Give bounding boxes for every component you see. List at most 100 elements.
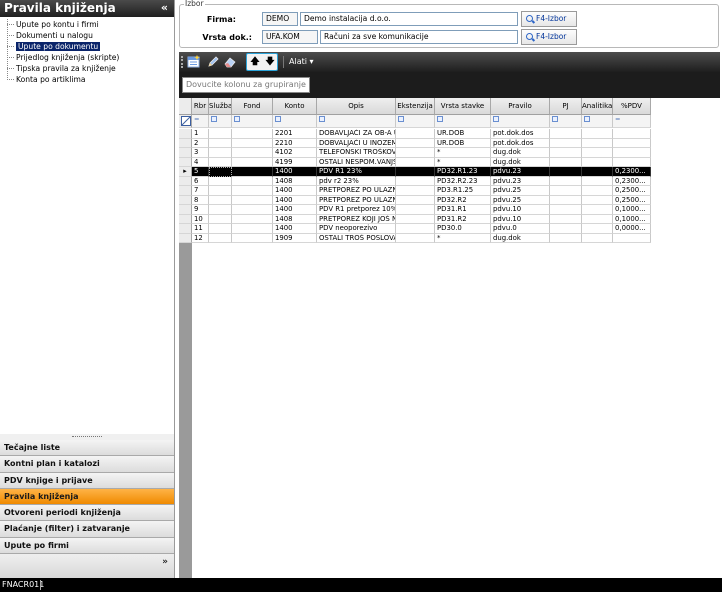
nav-item-pdv-knjige[interactable]: PDV knjige i prijave xyxy=(0,472,174,489)
cell-sluzba[interactable] xyxy=(209,214,232,224)
filter-cell-analitika[interactable]: A xyxy=(582,115,613,128)
filter-cell-konto[interactable]: A xyxy=(273,115,317,128)
cell-opis[interactable]: PRETPOREZ PO ULAZNIM... xyxy=(317,195,396,205)
table-row[interactable]: 3 4102 TELEFONSKI TROŠKOVI * dug.dok xyxy=(179,148,720,158)
row-indicator[interactable] xyxy=(179,205,192,215)
cell-vrsta-stavke[interactable]: PD31.R2 xyxy=(435,214,491,224)
cell-ekstenzija[interactable] xyxy=(396,214,435,224)
row-indicator[interactable] xyxy=(179,148,192,158)
cell-opis[interactable]: PRETPOREZ KOJI JOŠ NI... xyxy=(317,214,396,224)
filter-cell-rbr[interactable]: = xyxy=(192,115,209,128)
cell-rbr[interactable]: 3 xyxy=(192,148,209,158)
cell-rbr[interactable]: 6 xyxy=(192,176,209,186)
cell-analitika[interactable] xyxy=(582,138,613,148)
cell-sluzba[interactable] xyxy=(209,186,232,196)
alati-menu-button[interactable]: Alati ▾ xyxy=(289,52,314,72)
cell-ekstenzija[interactable] xyxy=(396,138,435,148)
column-header-ekstenzija[interactable]: Ekstenzija xyxy=(396,98,435,115)
cell-sluzba[interactable] xyxy=(209,205,232,215)
cell-konto[interactable]: 2201 xyxy=(273,129,317,139)
cell-opis[interactable]: OSTALI NESPOM.VANJSK... xyxy=(317,157,396,167)
move-down-icon[interactable]: 🡇 xyxy=(263,55,277,69)
filter-cell-fond[interactable]: A xyxy=(232,115,273,128)
cell-pdv[interactable]: 0,2500... xyxy=(613,186,651,196)
cell-opis[interactable]: TELEFONSKI TROŠKOVI xyxy=(317,148,396,158)
cell-vrsta-stavke[interactable]: PD32.R1.23 xyxy=(435,167,491,177)
firma-code-field[interactable]: DEMO xyxy=(262,12,298,26)
cell-ekstenzija[interactable] xyxy=(396,148,435,158)
collapse-panel-button[interactable]: « xyxy=(161,0,168,16)
cell-konto[interactable]: 4102 xyxy=(273,148,317,158)
cell-ekstenzija[interactable] xyxy=(396,167,435,177)
column-header-pj[interactable]: PJ xyxy=(550,98,582,115)
cell-vrsta-stavke[interactable]: UR.DOB xyxy=(435,138,491,148)
cell-analitika[interactable] xyxy=(582,148,613,158)
cell-pravilo[interactable]: pdvu.23 xyxy=(491,167,550,177)
cell-analitika[interactable] xyxy=(582,195,613,205)
cell-pdv[interactable]: 0,2500... xyxy=(613,195,651,205)
cell-pravilo[interactable]: dug.dok xyxy=(491,233,550,243)
cell-konto[interactable]: 1408 xyxy=(273,214,317,224)
column-header-opis[interactable]: Opis xyxy=(317,98,396,115)
table-row[interactable]: 1 2201DOBAVLJAČI ZA OB-A U... UR.DOBpot.do… xyxy=(179,129,720,139)
table-row[interactable]: 9 1400 PDV R1 pretporez 10% PD31.R1 pdvu.10 0… xyxy=(179,205,720,215)
cell-analitika[interactable] xyxy=(582,214,613,224)
current-row-marker-icon[interactable]: ▸ xyxy=(179,167,192,177)
edit-pencil-icon[interactable] xyxy=(206,55,220,69)
cell-sluzba[interactable] xyxy=(209,224,232,234)
cell-sluzba[interactable] xyxy=(209,167,232,177)
cell-sluzba[interactable] xyxy=(209,129,232,139)
cell-pj[interactable] xyxy=(550,186,582,196)
cell-fond[interactable] xyxy=(232,148,273,158)
firma-name-field[interactable]: Demo instalacija d.o.o. xyxy=(300,12,518,26)
filter-cell-pravilo[interactable]: A xyxy=(491,115,550,128)
filter-cell-ekstenzija[interactable]: A xyxy=(396,115,435,128)
cell-rbr[interactable]: 1 xyxy=(192,129,209,139)
column-header-fond[interactable]: Fond xyxy=(232,98,273,115)
nav-item-pravila-knjizenja[interactable]: Pravila knjiženja xyxy=(0,488,174,506)
row-indicator[interactable] xyxy=(179,186,192,196)
cell-sluzba[interactable] xyxy=(209,176,232,186)
tree-item-prijedlog-knjizenja[interactable]: Prijedlog knjiženja (skripte) xyxy=(0,52,174,63)
nav-item-tecajne-liste[interactable]: Tečajne liste xyxy=(0,440,174,457)
cell-rbr[interactable]: 5 xyxy=(192,167,209,177)
cell-fond[interactable] xyxy=(232,176,273,186)
cell-pravilo[interactable]: pot.dok.dos xyxy=(491,129,550,139)
column-header-pdv[interactable]: %PDV xyxy=(613,98,651,115)
row-indicator[interactable] xyxy=(179,157,192,167)
cell-pravilo[interactable]: pdvu.23 xyxy=(491,176,550,186)
filter-cell-pj[interactable]: A xyxy=(550,115,582,128)
cell-analitika[interactable] xyxy=(582,186,613,196)
cell-sluzba[interactable] xyxy=(209,157,232,167)
vrsta-dok-code-field[interactable]: UFA.KOM xyxy=(262,30,318,44)
cell-vrsta-stavke[interactable]: PD30.0 xyxy=(435,224,491,234)
cell-fond[interactable] xyxy=(232,138,273,148)
move-up-icon[interactable]: 🡅 xyxy=(248,55,262,69)
cell-vrsta-stavke[interactable]: PD32.R2.23 xyxy=(435,176,491,186)
cell-ekstenzija[interactable] xyxy=(396,129,435,139)
cell-pdv[interactable] xyxy=(613,138,651,148)
cell-konto[interactable]: 1400 xyxy=(273,195,317,205)
firma-f4-button[interactable]: F4-Izbor xyxy=(521,11,577,27)
cell-analitika[interactable] xyxy=(582,157,613,167)
cell-pdv[interactable]: 0,0000... xyxy=(613,224,651,234)
cell-rbr[interactable]: 7 xyxy=(192,186,209,196)
cell-pravilo[interactable]: dug.dok xyxy=(491,157,550,167)
cell-vrsta-stavke[interactable]: PD3.R1.25 xyxy=(435,186,491,196)
nav-item-upute-po-firmi[interactable]: Upute po firmi xyxy=(0,537,174,555)
cell-pdv[interactable] xyxy=(613,233,651,243)
tree-item-tipska-pravila[interactable]: Tipska pravila za knjiženje xyxy=(0,63,174,74)
cell-ekstenzija[interactable] xyxy=(396,157,435,167)
cell-pj[interactable] xyxy=(550,205,582,215)
cell-fond[interactable] xyxy=(232,233,273,243)
cell-fond[interactable] xyxy=(232,195,273,205)
cell-pravilo[interactable]: pot.dok.dos xyxy=(491,138,550,148)
vrsta-dok-f4-button[interactable]: F4-Izbor xyxy=(521,29,577,45)
cell-pravilo[interactable]: pdvu.25 xyxy=(491,195,550,205)
cell-analitika[interactable] xyxy=(582,167,613,177)
cell-opis[interactable]: PDV R1 pretporez 10% xyxy=(317,205,396,215)
cell-ekstenzija[interactable] xyxy=(396,224,435,234)
column-header-vrsta-stavke[interactable]: Vrsta stavke xyxy=(435,98,491,115)
cell-pdv[interactable]: 0,1000... xyxy=(613,214,651,224)
column-header-konto[interactable]: Konto xyxy=(273,98,317,115)
